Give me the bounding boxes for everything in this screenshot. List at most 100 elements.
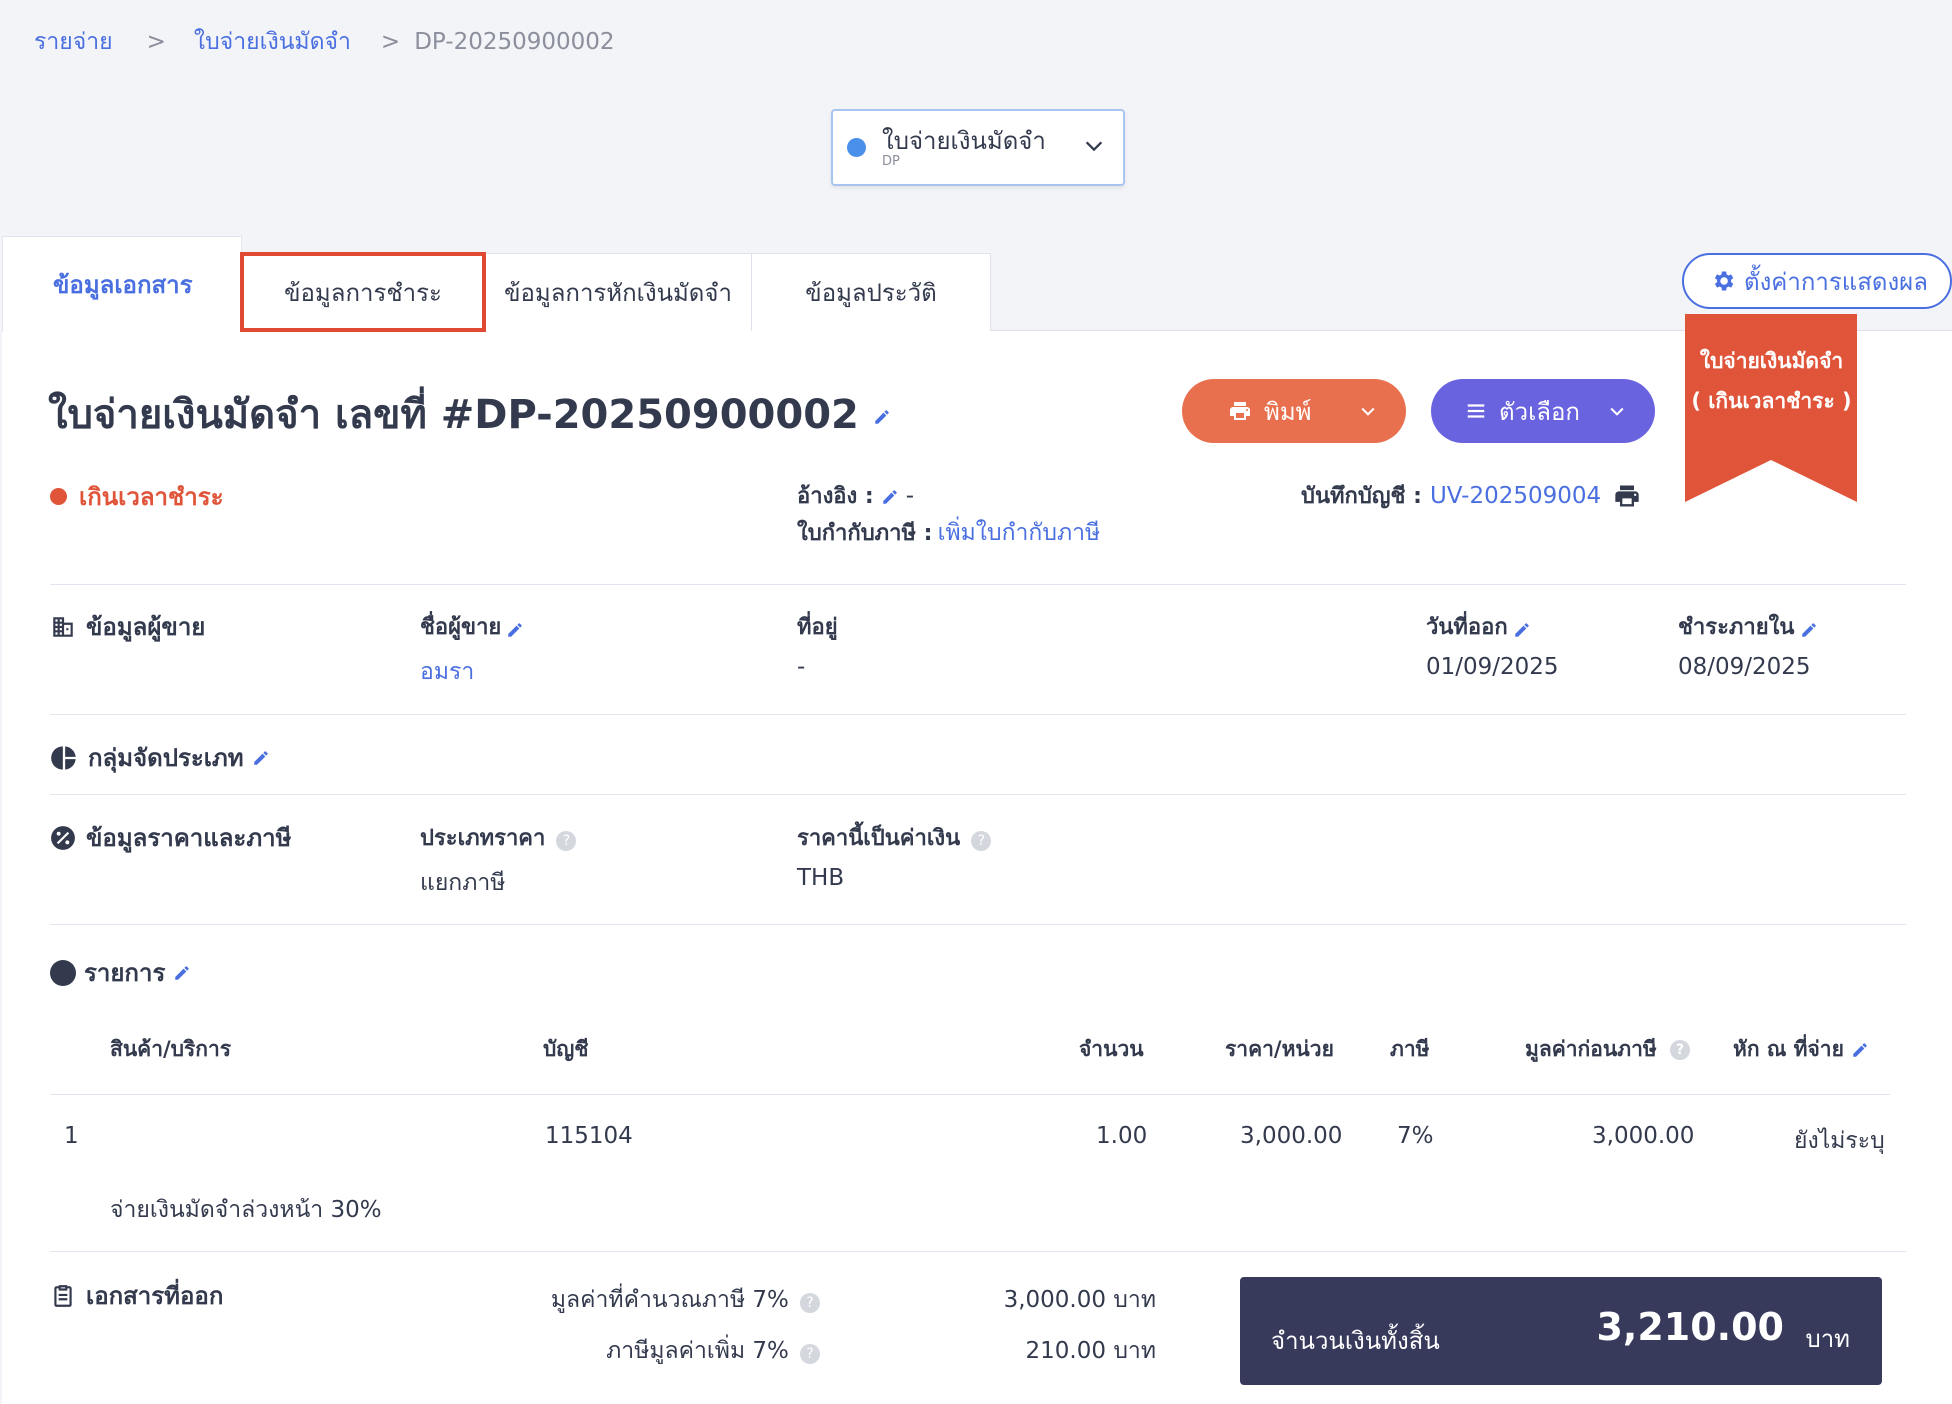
journal-row: บันทึกบัญชี : UV-202509004 xyxy=(1301,478,1641,513)
help-icon[interactable]: ? xyxy=(1670,1040,1691,1060)
tab-deposit-deduction[interactable]: ข้อมูลการหักเงินมัดจำ xyxy=(484,253,752,331)
address-value: - xyxy=(797,654,806,680)
add-tax-invoice-link[interactable]: เพิ่มใบกำกับภาษี xyxy=(938,520,1101,546)
options-label: ตัวเลือก xyxy=(1499,397,1580,426)
tab-document-info[interactable]: ข้อมูลเอกสาร xyxy=(2,236,242,332)
column-header-wht-label: หัก ณ ที่จ่าย xyxy=(1733,1037,1844,1061)
tax-invoice-label: ใบกำกับภาษี : xyxy=(797,521,933,546)
breadcrumb-separator: > xyxy=(380,29,401,55)
row-wht: ยังไม่ระบุ xyxy=(1794,1128,1885,1154)
grand-total-unit: บาท xyxy=(1805,1325,1850,1353)
printer-icon[interactable] xyxy=(1613,482,1641,510)
document-type-code: DP xyxy=(882,153,900,169)
chevron-down-icon xyxy=(1361,407,1375,416)
print-button[interactable]: พิมพ์ xyxy=(1182,379,1406,443)
currency-label: ราคานี้เป็นค่าเงิน xyxy=(797,826,961,851)
grand-total-amount: 3,210.00 xyxy=(1596,1305,1784,1349)
vat-label-row: ภาษีมูลค่าเพิ่ม 7% ? xyxy=(550,1333,820,1369)
pencil-icon[interactable] xyxy=(252,749,270,767)
menu-icon xyxy=(1467,404,1485,418)
items-section-title: รายการ xyxy=(50,953,201,992)
pencil-icon[interactable] xyxy=(1851,1041,1869,1059)
grand-total-box: จำนวนเงินทั้งสิ้น 3,210.00 บาท xyxy=(1240,1277,1882,1385)
page-title: ใบจ่ายเงินมัดจำ เลขที่ #DP-20250900002 xyxy=(48,382,891,446)
pie-chart-icon xyxy=(51,745,76,770)
help-icon[interactable]: ? xyxy=(800,1292,820,1313)
category-section-title: กลุ่มจัดประเภท xyxy=(50,738,280,777)
column-header-pretax-label: มูลค่าก่อนภาษี xyxy=(1525,1037,1657,1061)
breadcrumb: รายจ่าย > ใบจ่ายเงินมัดจำ > DP-202509000… xyxy=(34,24,615,60)
column-header-wht: หัก ณ ที่จ่าย xyxy=(1733,1033,1869,1066)
pricing-section-label: ข้อมูลราคาและภาษี xyxy=(86,824,292,852)
column-header-account: บัญชี xyxy=(543,1037,589,1061)
help-icon[interactable]: ? xyxy=(800,1343,820,1364)
column-header-unit-price: ราคา/หน่วย xyxy=(1225,1037,1334,1061)
vat-label: ภาษีมูลค่าเพิ่ม 7% xyxy=(606,1338,789,1364)
reference-row: อ้างอิง : - xyxy=(797,478,914,513)
journal-link[interactable]: UV-202509004 xyxy=(1430,483,1601,509)
issued-section-title: เอกสารที่ออก xyxy=(50,1276,223,1315)
row-unit-price: 3,000.00 xyxy=(1240,1123,1343,1149)
items-section-label: รายการ xyxy=(84,959,166,987)
column-header-pretax-value: มูลค่าก่อนภาษี ? xyxy=(1525,1033,1691,1066)
pencil-icon[interactable] xyxy=(173,964,191,982)
row-quantity: 1.00 xyxy=(1096,1123,1148,1149)
pencil-icon[interactable] xyxy=(1513,621,1531,639)
divider xyxy=(50,924,1906,925)
divider xyxy=(50,1094,1890,1095)
pencil-icon[interactable] xyxy=(873,408,891,426)
price-type-label-row: ประเภทราคา ? xyxy=(420,820,577,855)
row-pretax-value: 3,000.00 xyxy=(1592,1123,1695,1149)
pencil-icon[interactable] xyxy=(506,621,524,639)
document-type-select[interactable]: ใบจ่ายเงินมัดจำ DP xyxy=(831,109,1125,186)
pencil-icon[interactable] xyxy=(881,488,899,506)
seller-name-label-row: ชื่อผู้ขาย xyxy=(420,609,524,644)
category-section-label: กลุ่มจัดประเภท xyxy=(88,744,244,772)
document-panel xyxy=(2,330,1952,1404)
breadcrumb-expenses[interactable]: รายจ่าย xyxy=(34,24,113,60)
currency-label-row: ราคานี้เป็นค่าเงิน ? xyxy=(797,820,992,855)
reference-label: อ้างอิง : xyxy=(797,484,874,509)
tax-invoice-row: ใบกำกับภาษี : เพิ่มใบกำกับภาษี xyxy=(797,515,1100,551)
address-label: ที่อยู่ xyxy=(797,615,838,640)
help-icon[interactable]: ? xyxy=(556,830,577,851)
breadcrumb-separator: > xyxy=(146,29,166,55)
help-icon[interactable]: ? xyxy=(971,830,992,851)
tab-payment-info[interactable]: ข้อมูลการชำระ xyxy=(240,252,486,332)
clipboard-icon xyxy=(54,1284,72,1307)
tab-history[interactable]: ข้อมูลประวัติ xyxy=(751,253,991,331)
taxable-label: มูลค่าที่คำนวณภาษี 7% xyxy=(550,1287,789,1313)
ribbon-doc-type: ใบจ่ายเงินมัดจำ xyxy=(1699,349,1844,373)
seller-name-label: ชื่อผู้ขาย xyxy=(420,615,502,640)
column-header-tax: ภาษี xyxy=(1390,1037,1430,1061)
issue-date-label-row: วันที่ออก xyxy=(1426,609,1531,644)
due-date-label-row: ชำระภายใน xyxy=(1678,609,1818,644)
status-badge: เกินเวลาชำระ xyxy=(50,477,224,516)
grand-total-label: จำนวนเงินทั้งสิ้น xyxy=(1271,1327,1440,1355)
seller-section-title: ข้อมูลผู้ขาย xyxy=(50,607,205,646)
price-type-value: แยกภาษี xyxy=(420,870,506,896)
gear-icon xyxy=(1714,271,1734,291)
divider xyxy=(50,714,1906,715)
ribbon-status: ( เกินเวลาชำระ ) xyxy=(1691,389,1852,413)
status-text: เกินเวลาชำระ xyxy=(79,483,224,511)
display-settings-label: ตั้งค่าการแสดงผล xyxy=(1744,267,1928,296)
options-button[interactable]: ตัวเลือก xyxy=(1431,379,1655,443)
breadcrumb-deposit-payments[interactable]: ใบจ่ายเงินมัดจำ xyxy=(194,24,351,60)
currency-value: THB xyxy=(797,865,845,891)
printer-icon xyxy=(1230,402,1250,420)
display-settings-button[interactable]: ตั้งค่าการแสดงผล xyxy=(1682,253,1952,309)
row-number: 1 xyxy=(64,1123,79,1149)
building-icon xyxy=(53,616,73,637)
page-title-text: ใบจ่ายเงินมัดจำ เลขที่ #DP-20250900002 xyxy=(48,392,859,438)
reference-value: - xyxy=(905,483,915,509)
row-description: จ่ายเงินมัดจำล่วงหน้า 30% xyxy=(110,1197,382,1223)
issue-date-label: วันที่ออก xyxy=(1426,615,1508,640)
status-dot xyxy=(50,488,67,505)
seller-name[interactable]: อมรา xyxy=(420,654,474,690)
issued-section-label: เอกสารที่ออก xyxy=(86,1282,224,1310)
pencil-icon[interactable] xyxy=(1800,621,1818,639)
print-label: พิมพ์ xyxy=(1264,397,1312,426)
issue-date: 01/09/2025 xyxy=(1426,654,1559,680)
pricing-section-title: ข้อมูลราคาและภาษี xyxy=(50,818,291,857)
